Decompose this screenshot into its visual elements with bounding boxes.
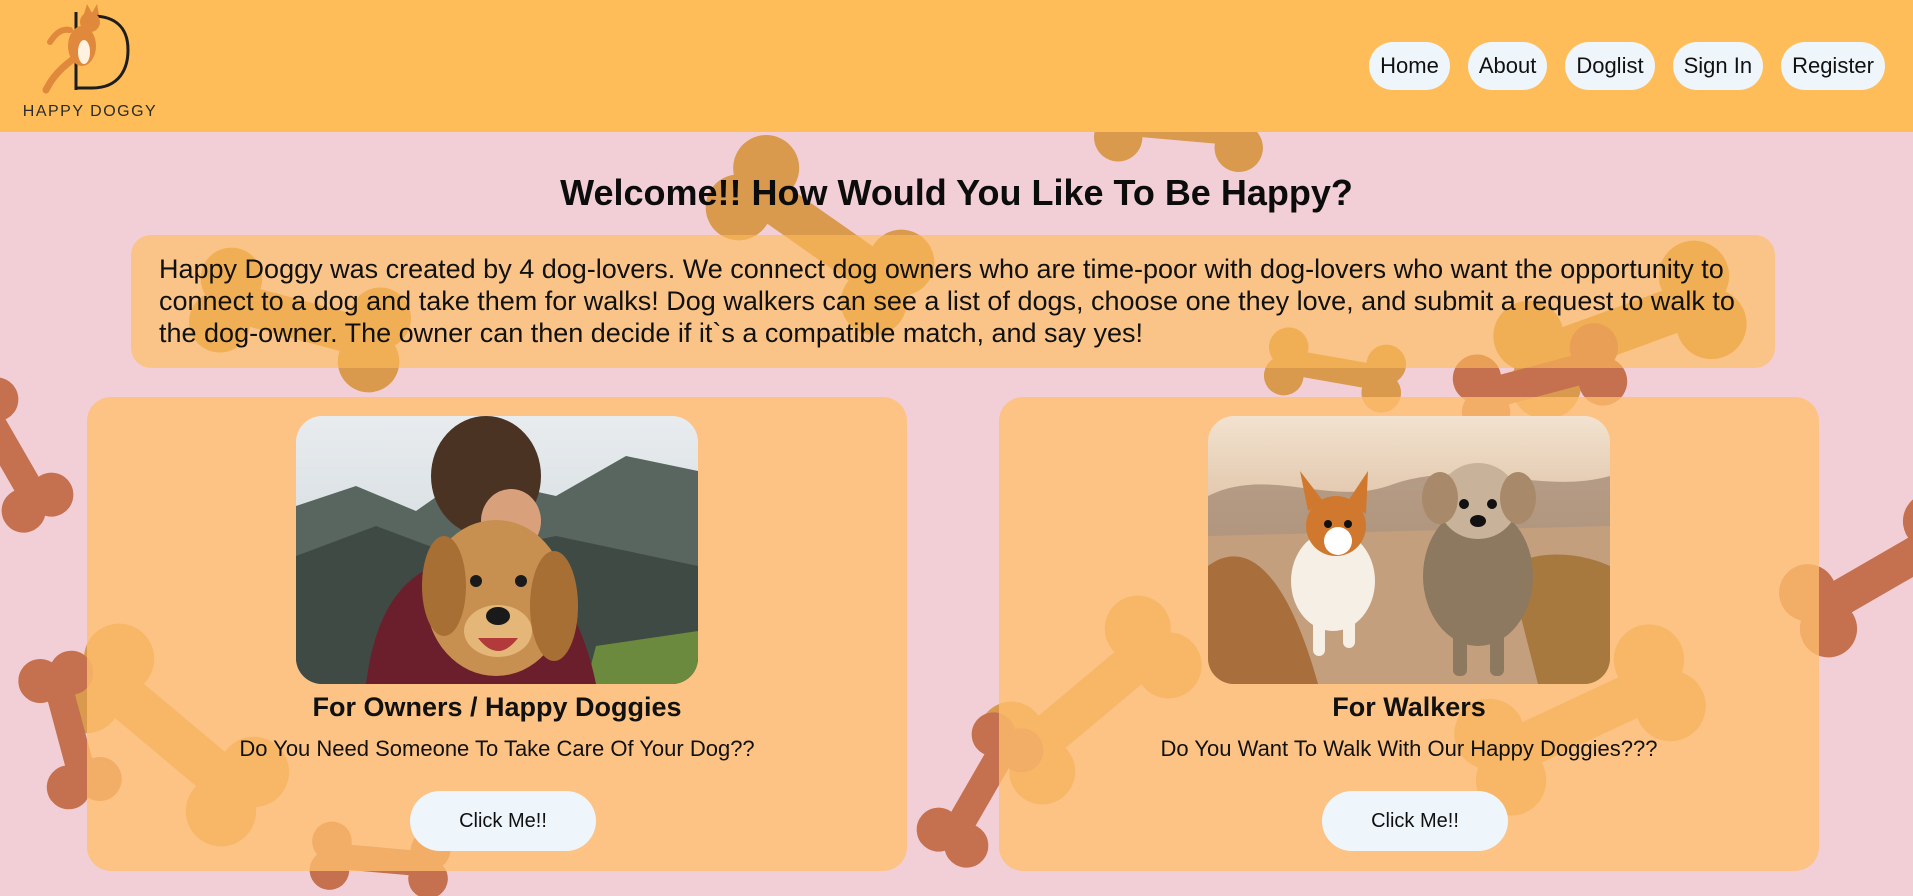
dog-logo-icon <box>42 4 130 94</box>
nav-about-link[interactable]: About <box>1467 42 1548 90</box>
owners-click-me-button[interactable]: Click Me!! <box>410 791 596 851</box>
owners-card: For Owners / Happy Doggies Do You Need S… <box>87 397 907 871</box>
owners-card-title: For Owners / Happy Doggies <box>312 692 682 722</box>
walkers-card: For Walkers Do You Want To Walk With Our… <box>999 397 1819 871</box>
intro-paragraph: Happy Doggy was created by 4 dog-lovers.… <box>131 235 1775 368</box>
logo-text: HAPPY DOGGY <box>22 103 158 120</box>
nav-home-link[interactable]: Home <box>1369 42 1450 90</box>
site-header: HAPPY DOGGY Home About Doglist Sign In R… <box>0 0 1913 132</box>
two-dogs-running-photo <box>1208 416 1610 684</box>
nav-register-link[interactable]: Register <box>1781 42 1885 90</box>
nav-signin-link[interactable]: Sign In <box>1672 42 1764 90</box>
walkers-click-me-button[interactable]: Click Me!! <box>1322 791 1508 851</box>
owners-card-subtitle: Do You Need Someone To Take Care Of Your… <box>239 736 755 761</box>
page-title: Welcome!! How Would You Like To Be Happy… <box>560 172 1353 213</box>
nav-doglist-link[interactable]: Doglist <box>1565 42 1655 90</box>
main-nav: Home About Doglist Sign In Register <box>1369 42 1885 90</box>
owner-hugging-dog-photo <box>296 416 698 684</box>
walkers-card-subtitle: Do You Want To Walk With Our Happy Doggi… <box>1160 736 1658 761</box>
walkers-card-title: For Walkers <box>1332 692 1486 722</box>
logo[interactable]: HAPPY DOGGY <box>18 2 160 124</box>
